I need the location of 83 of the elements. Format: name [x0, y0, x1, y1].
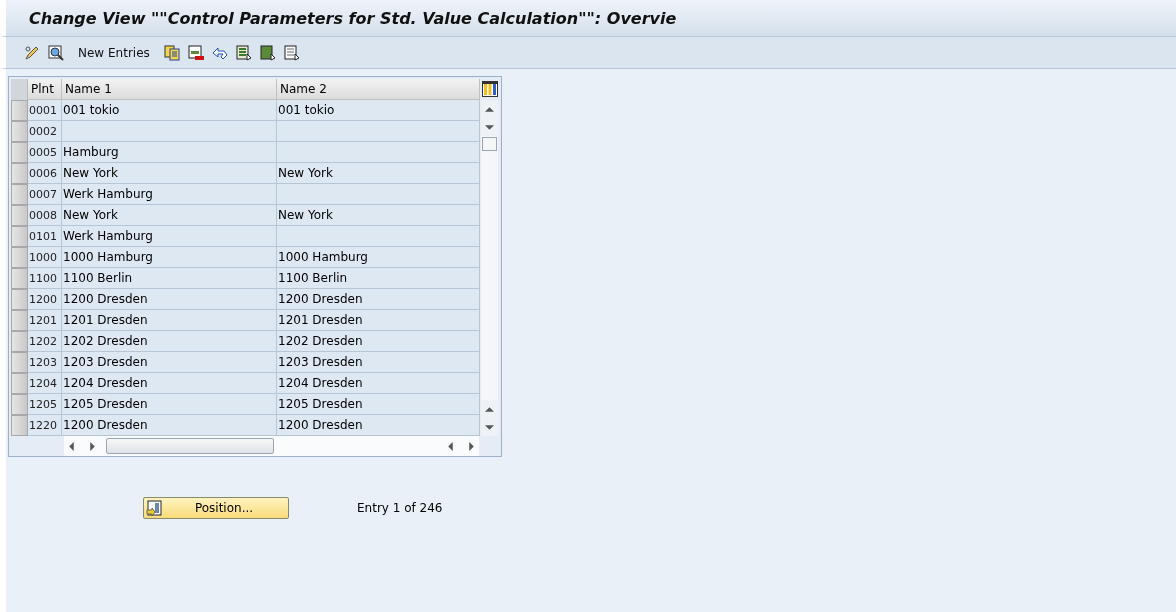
table-cell: 1203	[28, 352, 62, 373]
row-selector[interactable]	[11, 352, 28, 373]
row-selector[interactable]	[11, 310, 28, 331]
table-cell: 001 tokio	[62, 100, 277, 121]
table-cell: 1000	[28, 247, 62, 268]
table-cell: 1000 Hamburg	[62, 247, 277, 268]
delete-icon[interactable]	[187, 44, 204, 61]
entry-count: Entry 1 of 246	[357, 501, 443, 515]
table-cell: 0006	[28, 163, 62, 184]
table-cell: 1203 Dresden	[62, 352, 277, 373]
scroll-up-icon[interactable]	[485, 104, 494, 114]
select-all-icon[interactable]	[235, 44, 252, 61]
table-cell: 1202 Dresden	[277, 331, 480, 352]
scroll-down-icon[interactable]	[485, 422, 494, 432]
position-icon	[146, 500, 162, 516]
table-cell: 1100 Berlin	[277, 268, 480, 289]
table-cell: 1205	[28, 394, 62, 415]
table-cell: 1200 Dresden	[62, 415, 277, 436]
row-selector[interactable]	[11, 394, 28, 415]
table-cell: 1204 Dresden	[277, 373, 480, 394]
row-selector[interactable]	[11, 100, 28, 121]
table-cell: 0101	[28, 226, 62, 247]
search-icon[interactable]	[48, 44, 64, 61]
row-selector[interactable]	[11, 142, 28, 163]
table-cell: 1220	[28, 415, 62, 436]
table-cell: 0002	[28, 121, 62, 142]
row-selector[interactable]	[11, 415, 28, 436]
table-cell: Werk Hamburg	[62, 184, 277, 205]
table-cell: 1200	[28, 289, 62, 310]
row-selector[interactable]	[11, 268, 28, 289]
table-cell: 1204	[28, 373, 62, 394]
row-selector[interactable]	[11, 289, 28, 310]
row-selector[interactable]	[11, 121, 28, 142]
scroll-down-icon[interactable]	[485, 122, 494, 132]
table-cell: 0001	[28, 100, 62, 121]
scroll-thumb[interactable]	[482, 137, 497, 151]
table-cell: 1205 Dresden	[62, 394, 277, 415]
row-selector[interactable]	[11, 331, 28, 352]
table-cell: 1203 Dresden	[277, 352, 480, 373]
deselect-all-icon[interactable]	[283, 44, 300, 61]
table-cell: 1202	[28, 331, 62, 352]
table-cell: Werk Hamburg	[62, 226, 277, 247]
scroll-thumb[interactable]	[106, 438, 274, 454]
table-cell: 1201	[28, 310, 62, 331]
table-cell: 0008	[28, 205, 62, 226]
row-selector[interactable]	[11, 205, 28, 226]
table-cell: New York	[62, 163, 277, 184]
table-cell: 1201 Dresden	[277, 310, 480, 331]
table-cell: 1205 Dresden	[277, 394, 480, 415]
table-cell: 1204 Dresden	[62, 373, 277, 394]
table-cell: 0007	[28, 184, 62, 205]
table-cell: 1100 Berlin	[62, 268, 277, 289]
table-cell: New York	[277, 205, 480, 226]
table-cell: 1201 Dresden	[62, 310, 277, 331]
column-header[interactable]: Name 2	[277, 79, 480, 100]
table-cell: New York	[277, 163, 480, 184]
table-cell: Hamburg	[62, 142, 277, 163]
copy-icon[interactable]	[163, 44, 180, 61]
row-selector[interactable]	[11, 247, 28, 268]
table-cell: 1000 Hamburg	[277, 247, 480, 268]
row-selector[interactable]	[11, 373, 28, 394]
table-cell: 1200 Dresden	[277, 415, 480, 436]
column-header[interactable]: Plnt	[28, 79, 62, 100]
window-title: Change View ""Control Parameters for Std. Value Calculation"": Overvie	[29, 8, 677, 28]
select-block-icon[interactable]	[259, 44, 276, 61]
table-cell: 1200 Dresden	[277, 289, 480, 310]
scroll-up-icon[interactable]	[485, 404, 494, 414]
table-cell: 001 tokio	[277, 100, 480, 121]
column-header[interactable]: Name 1	[62, 79, 277, 100]
table-cell: 1200 Dresden	[62, 289, 277, 310]
new-entries-button[interactable]: New Entries	[72, 45, 156, 60]
row-selector[interactable]	[11, 184, 28, 205]
table-cell: New York	[62, 205, 277, 226]
table-cell: 0005	[28, 142, 62, 163]
pencil-icon[interactable]	[24, 44, 40, 61]
position-button[interactable]: Position...	[143, 497, 289, 519]
table-cell: 1202 Dresden	[62, 331, 277, 352]
vertical-scrollbar[interactable]	[481, 100, 498, 436]
column-settings-icon[interactable]	[481, 81, 498, 97]
row-selector[interactable]	[11, 163, 28, 184]
row-selector[interactable]	[11, 226, 28, 247]
table-cell: 1100	[28, 268, 62, 289]
select-all-button[interactable]	[11, 79, 28, 100]
